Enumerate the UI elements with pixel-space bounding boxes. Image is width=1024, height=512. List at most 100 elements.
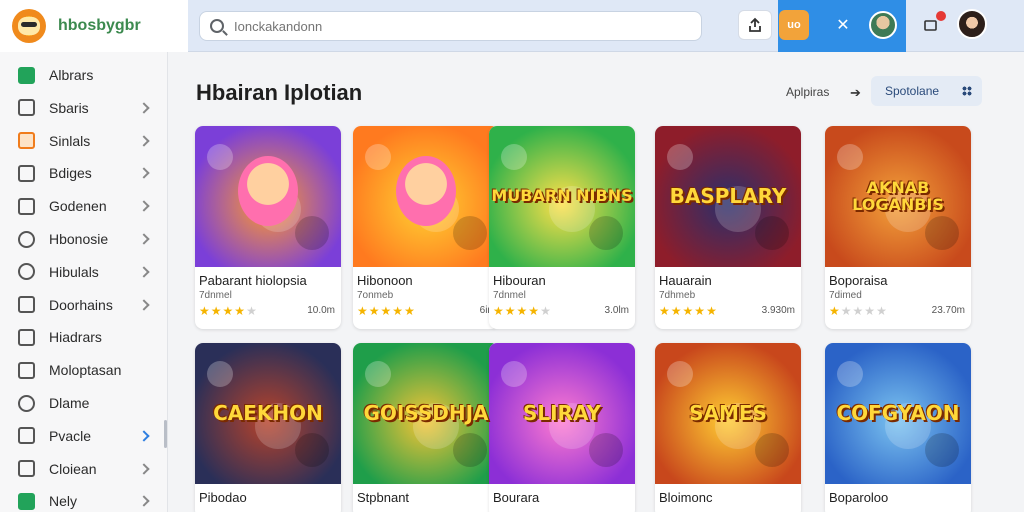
star-icon: ★ bbox=[829, 303, 841, 318]
star-icon: ★ bbox=[706, 303, 718, 318]
game-artwork-title: SLIRAY bbox=[522, 401, 602, 425]
sidebar-item[interactable]: Nely bbox=[0, 486, 168, 512]
star-rating: ★★★★★ bbox=[659, 304, 718, 318]
star-rating: ★★★★★ bbox=[199, 304, 258, 318]
game-thumbnail bbox=[195, 126, 341, 267]
star-icon: ★ bbox=[682, 303, 695, 318]
sidebar-item-label: Pvacle bbox=[49, 427, 92, 444]
settings-icon bbox=[18, 296, 35, 314]
game-meta: ★★★★★ 3.930m bbox=[655, 301, 801, 318]
game-subtitle: 7dnmel bbox=[493, 290, 526, 301]
sidebar-item[interactable]: Sbaris bbox=[0, 93, 168, 123]
notifications-button[interactable] bbox=[914, 10, 948, 40]
artwork-decoration bbox=[501, 361, 527, 387]
apps-link[interactable]: Aplpiras bbox=[786, 85, 829, 99]
sidebar-item[interactable]: Godenen bbox=[0, 191, 168, 221]
chat-icon bbox=[18, 230, 35, 248]
game-artwork-title: SAMES bbox=[689, 401, 767, 425]
character-artwork bbox=[396, 156, 456, 226]
game-card[interactable]: Pabarant hiolopsia 7dnmel ★★★★★ 10.0m bbox=[195, 126, 341, 329]
star-icon: ★ bbox=[357, 303, 369, 318]
game-card[interactable]: Hibonoon 7onmeb ★★★★★ 6in bbox=[353, 126, 499, 329]
artwork-decoration bbox=[755, 216, 789, 250]
game-artwork-title: GOISSDHJA bbox=[363, 401, 489, 425]
game-thumbnail: BASPLARY bbox=[655, 126, 801, 267]
calendar-icon bbox=[18, 132, 35, 150]
game-thumbnail: SAMES bbox=[655, 343, 801, 484]
search-icon bbox=[210, 19, 224, 33]
game-card[interactable]: BASPLARY Hauarain 7dhmeb ★★★★★ 3.930m bbox=[655, 126, 801, 329]
star-icon: ★ bbox=[380, 303, 393, 318]
game-thumbnail: SLIRAY bbox=[489, 343, 635, 484]
artwork-decoration bbox=[501, 144, 527, 170]
sidebar-item[interactable]: Hibulals bbox=[0, 257, 168, 287]
sidebar-item-label: Cloiean bbox=[49, 460, 97, 477]
chevron-right-icon bbox=[138, 134, 150, 147]
sidebar: Albrars Sbaris Sinlals Bdiges Godenen Hbonosi… bbox=[0, 52, 168, 512]
shuffle-button[interactable]: ✕ bbox=[826, 10, 860, 40]
sidebar-item[interactable]: Cloiean bbox=[0, 454, 168, 484]
sidebar-item-label: Sinlals bbox=[49, 132, 91, 149]
game-title: Boporaisa bbox=[829, 273, 888, 288]
star-icon: ★ bbox=[392, 303, 405, 318]
share-button[interactable] bbox=[738, 10, 772, 40]
sidebar-item-label: Hiadrars bbox=[49, 329, 102, 346]
game-title: Stpbnant bbox=[357, 490, 410, 505]
grid-view-icon bbox=[962, 86, 972, 96]
sidebar-item[interactable]: Pvacle bbox=[0, 421, 168, 451]
sidebar-item-label: Bdiges bbox=[49, 165, 92, 182]
artwork-decoration bbox=[453, 216, 487, 250]
star-icon: ★ bbox=[876, 303, 888, 318]
sidebar-item[interactable]: Doorhains bbox=[0, 290, 168, 320]
game-title: Hibonoon bbox=[357, 273, 413, 288]
sidebar-item-label: Hibulals bbox=[49, 263, 99, 280]
star-icon: ★ bbox=[368, 303, 381, 318]
game-card[interactable]: MUBARN NIBNS Hibouran 7dnmel ★★★★★ 3.0lm bbox=[489, 126, 635, 329]
game-thumbnail: CAEKHON bbox=[195, 343, 341, 484]
search-bar[interactable] bbox=[199, 11, 702, 41]
chevron-right-icon bbox=[138, 266, 150, 278]
game-card[interactable]: AKNAB LOGANBIS Boporaisa 7dimed ★★★★★ 23.70m bbox=[825, 126, 971, 329]
sidebar-item[interactable]: Hbonosie bbox=[0, 224, 168, 254]
sidebar-item[interactable]: Moloptasan bbox=[0, 355, 168, 385]
sidebar-item[interactable]: Dlame bbox=[0, 388, 168, 418]
folder-icon bbox=[18, 197, 35, 215]
chevron-right-icon bbox=[138, 102, 150, 114]
game-card[interactable]: CAEKHON Pibodao bbox=[195, 343, 341, 512]
grid-icon bbox=[18, 99, 35, 117]
game-title: Hibouran bbox=[493, 273, 546, 288]
app-badge-button[interactable]: uo bbox=[779, 10, 809, 40]
bag-icon bbox=[18, 460, 35, 478]
star-icon: ★ bbox=[504, 303, 517, 318]
sidebar-item[interactable]: Bdiges bbox=[0, 158, 168, 188]
sidebar-item[interactable]: Sinlals bbox=[0, 126, 168, 156]
user-icon bbox=[18, 361, 35, 379]
game-card[interactable]: GOISSDHJA Stpbnant bbox=[353, 343, 499, 512]
brand[interactable]: hbosbygbr bbox=[0, 0, 188, 52]
sidebar-item[interactable]: Hiadrars bbox=[0, 322, 168, 352]
artwork-decoration bbox=[365, 144, 391, 170]
game-card[interactable]: SAMES Bloimonc bbox=[655, 343, 801, 512]
sidebar-item-label: Hbonosie bbox=[49, 231, 109, 247]
tools-icon bbox=[18, 427, 35, 445]
share-icon bbox=[749, 17, 761, 32]
game-title: Bloimonc bbox=[659, 490, 713, 505]
sidebar-item[interactable]: Albrars bbox=[0, 60, 168, 90]
sort-button[interactable]: Spotolane bbox=[871, 76, 982, 106]
artwork-decoration bbox=[837, 144, 863, 170]
sidebar-scrollbar[interactable] bbox=[164, 420, 167, 448]
user-avatar[interactable] bbox=[957, 9, 987, 39]
arrow-right-icon[interactable]: ➔ bbox=[850, 85, 861, 101]
game-thumbnail bbox=[353, 126, 499, 267]
search-input[interactable] bbox=[234, 18, 674, 34]
artwork-decoration bbox=[925, 433, 959, 467]
game-card[interactable]: SLIRAY Bourara bbox=[489, 343, 635, 512]
star-icon: ★ bbox=[199, 303, 211, 318]
game-size: 23.70m bbox=[931, 305, 965, 316]
artwork-decoration bbox=[925, 216, 959, 250]
artwork-decoration bbox=[453, 433, 487, 467]
game-subtitle: 7onmeb bbox=[357, 290, 394, 301]
profile-avatar[interactable] bbox=[869, 11, 897, 39]
game-card[interactable]: COFGYAON Boparoloo bbox=[825, 343, 971, 512]
sidebar-item-label: Nely bbox=[49, 493, 78, 510]
